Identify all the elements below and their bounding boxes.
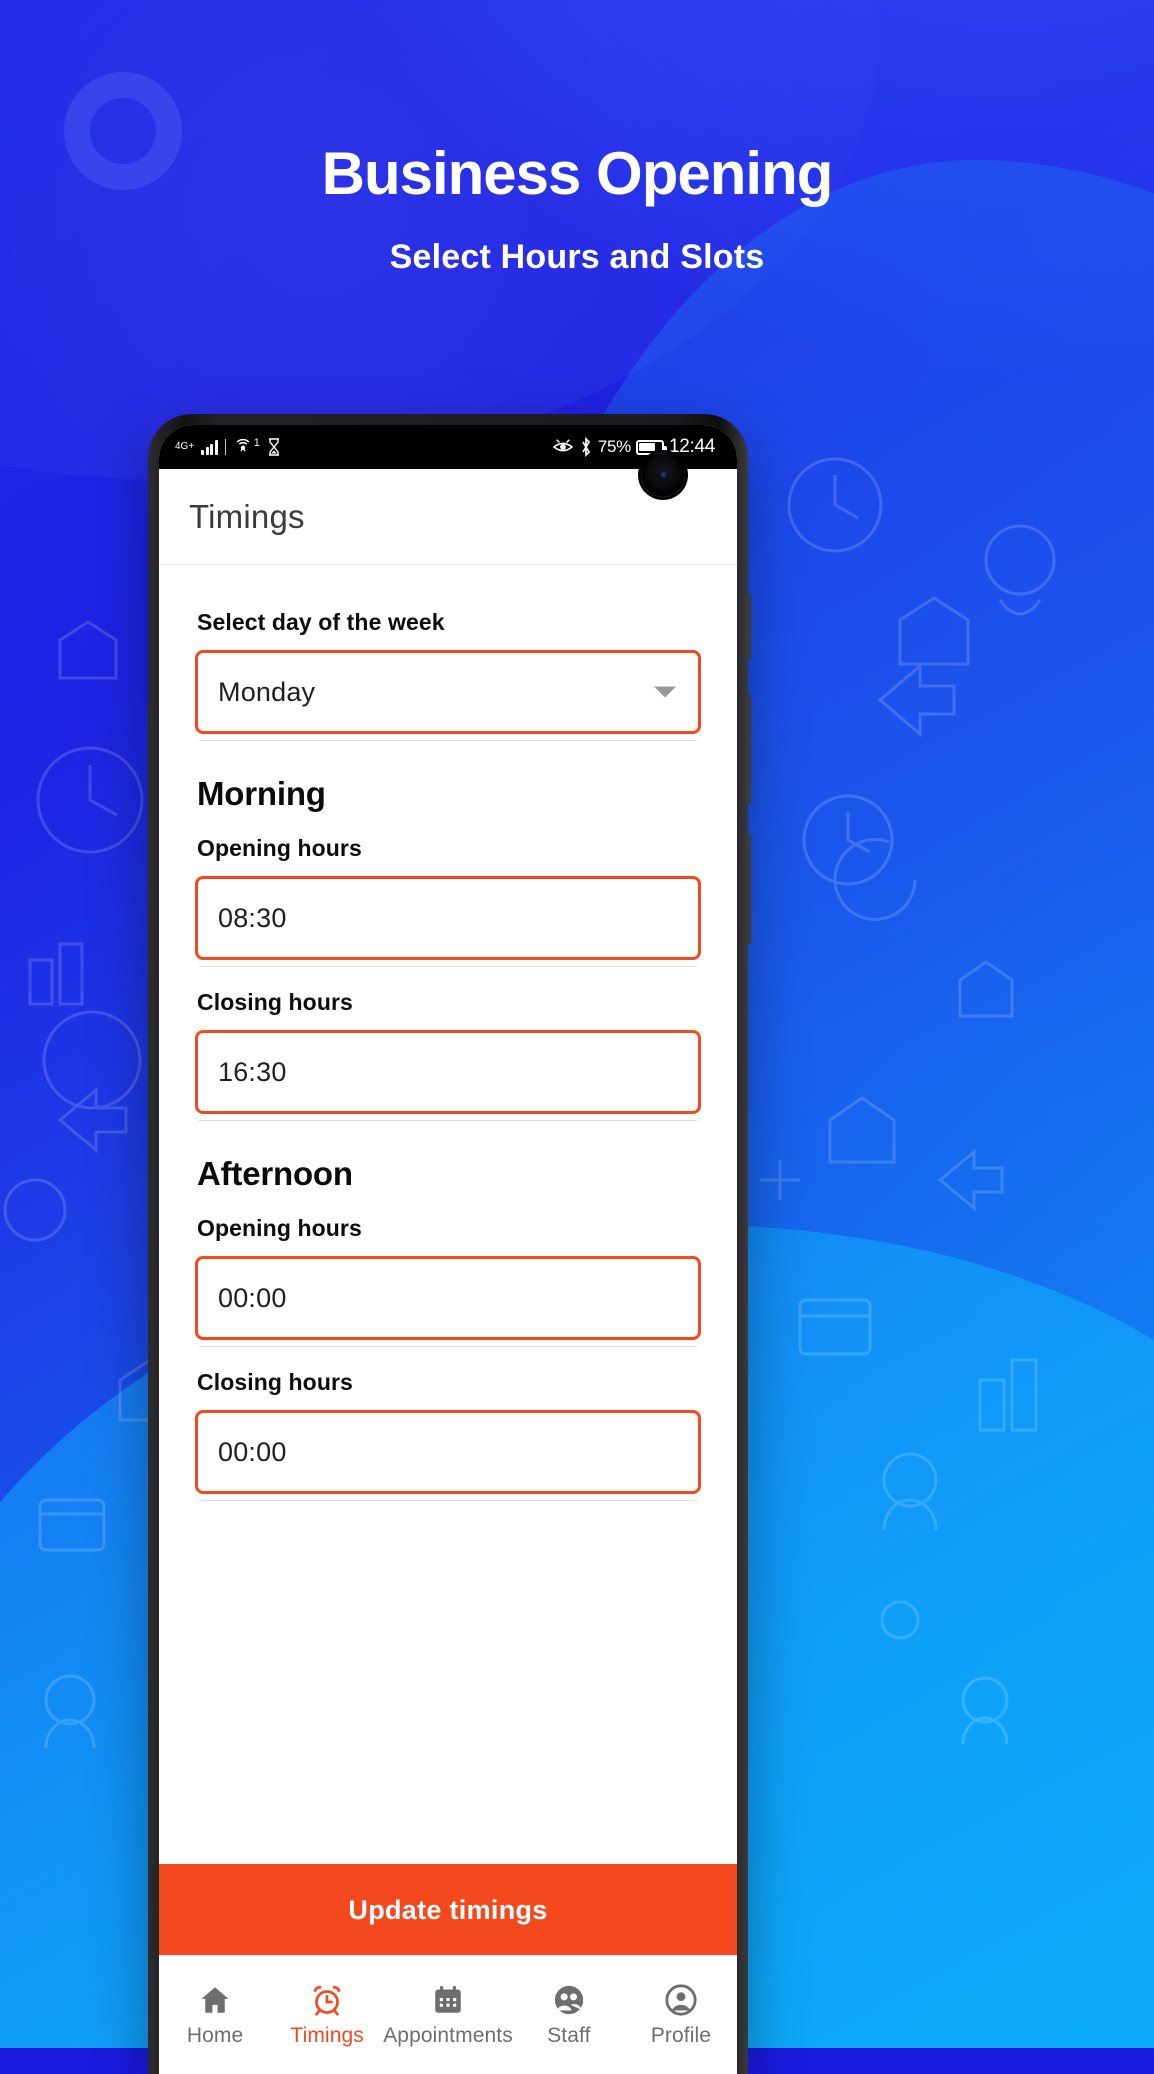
afternoon-opening-label: Opening hours xyxy=(197,1215,362,1241)
home-icon xyxy=(201,1986,229,2013)
morning-opening-hours-value: 08:30 xyxy=(218,902,287,933)
people-icon xyxy=(554,1985,584,2014)
morning-opening-label: Opening hours xyxy=(197,835,362,861)
promo-title: Business Opening xyxy=(321,140,834,207)
nav-label-appointments: Appointments xyxy=(383,2023,513,2047)
section-heading-afternoon: Afternoon xyxy=(197,1155,353,1192)
eye-icon xyxy=(552,439,574,452)
page-title: Timings xyxy=(189,497,305,535)
afternoon-opening-hours-input[interactable]: 00:00 xyxy=(195,1256,701,1340)
phone-button-top xyxy=(746,594,751,660)
hotspot-icon xyxy=(236,438,250,452)
nav-item-appointments[interactable]: Appointments xyxy=(383,1956,513,2074)
afternoon-closing-underline xyxy=(199,1500,697,1501)
bluetooth-icon xyxy=(582,437,590,457)
afternoon-opening-underline xyxy=(199,1346,697,1347)
phone-button-volume-down xyxy=(746,834,751,944)
signal-divider xyxy=(224,439,226,455)
day-field-underline xyxy=(199,740,697,741)
timings-form: Select day of the week Monday Morning Op… xyxy=(159,565,737,2074)
signal-icon xyxy=(201,439,218,455)
nav-item-staff[interactable]: Staff xyxy=(513,1956,625,2074)
morning-opening-underline xyxy=(199,966,697,967)
nav-label-profile: Profile xyxy=(650,2023,712,2047)
account-circle-icon xyxy=(665,1983,697,2016)
nav-item-profile[interactable]: Profile xyxy=(625,1956,737,2074)
afternoon-closing-hours-input[interactable]: 00:00 xyxy=(195,1410,701,1494)
status-bar-left-group: 4G+ 1 xyxy=(175,437,281,457)
update-timings-button[interactable]: Update timings xyxy=(159,1864,737,1956)
day-field-label: Select day of the week xyxy=(197,609,445,635)
chevron-down-icon xyxy=(654,686,676,698)
morning-closing-label: Closing hours xyxy=(197,989,353,1015)
phone-button-volume-up xyxy=(746,694,751,804)
status-bar-right-group: 75% 12:44 xyxy=(552,436,719,458)
morning-closing-hours-value: 16:30 xyxy=(218,1056,287,1087)
section-heading-morning: Morning xyxy=(197,775,326,812)
morning-closing-underline xyxy=(199,1120,697,1121)
calendar-icon xyxy=(435,1985,461,2013)
hourglass-icon xyxy=(268,438,279,456)
nav-label-home: Home xyxy=(186,2023,244,2047)
morning-opening-hours-input[interactable]: 08:30 xyxy=(195,876,701,960)
status-bar-clock: 12:44 xyxy=(668,436,715,457)
day-of-week-value: Monday xyxy=(218,676,316,707)
nav-label-timings: Timings xyxy=(290,2023,364,2047)
status-bar: 4G+ 1 75% 12:44 xyxy=(159,425,737,497)
promo-subtitle: Select Hours and Slots xyxy=(389,238,765,276)
afternoon-opening-hours-value: 00:00 xyxy=(218,1282,287,1313)
bottom-navigation-bar: Home Timings Appointments Staff Profile xyxy=(159,1955,737,2074)
alarm-clock-icon xyxy=(313,1985,341,2016)
nav-item-home[interactable]: Home xyxy=(159,1956,271,2074)
battery-percent-label: 75% xyxy=(597,437,631,456)
nav-item-timings[interactable]: Timings xyxy=(271,1956,383,2074)
notification-count-badge: 1 xyxy=(253,437,260,449)
day-of-week-dropdown[interactable]: Monday xyxy=(195,650,701,734)
morning-closing-hours-input[interactable]: 16:30 xyxy=(195,1030,701,1114)
phone-mockup-frame: 4G+ 1 75% 12:44 Timings Select day of th… xyxy=(148,414,751,2074)
nav-label-staff: Staff xyxy=(547,2023,591,2047)
network-type-label: 4G+ xyxy=(175,441,195,452)
afternoon-closing-hours-value: 00:00 xyxy=(218,1436,287,1467)
afternoon-closing-label: Closing hours xyxy=(197,1369,353,1395)
front-camera-punch-hole xyxy=(641,453,685,497)
phone-screen: 4G+ 1 75% 12:44 Timings Select day of th… xyxy=(159,425,737,2074)
